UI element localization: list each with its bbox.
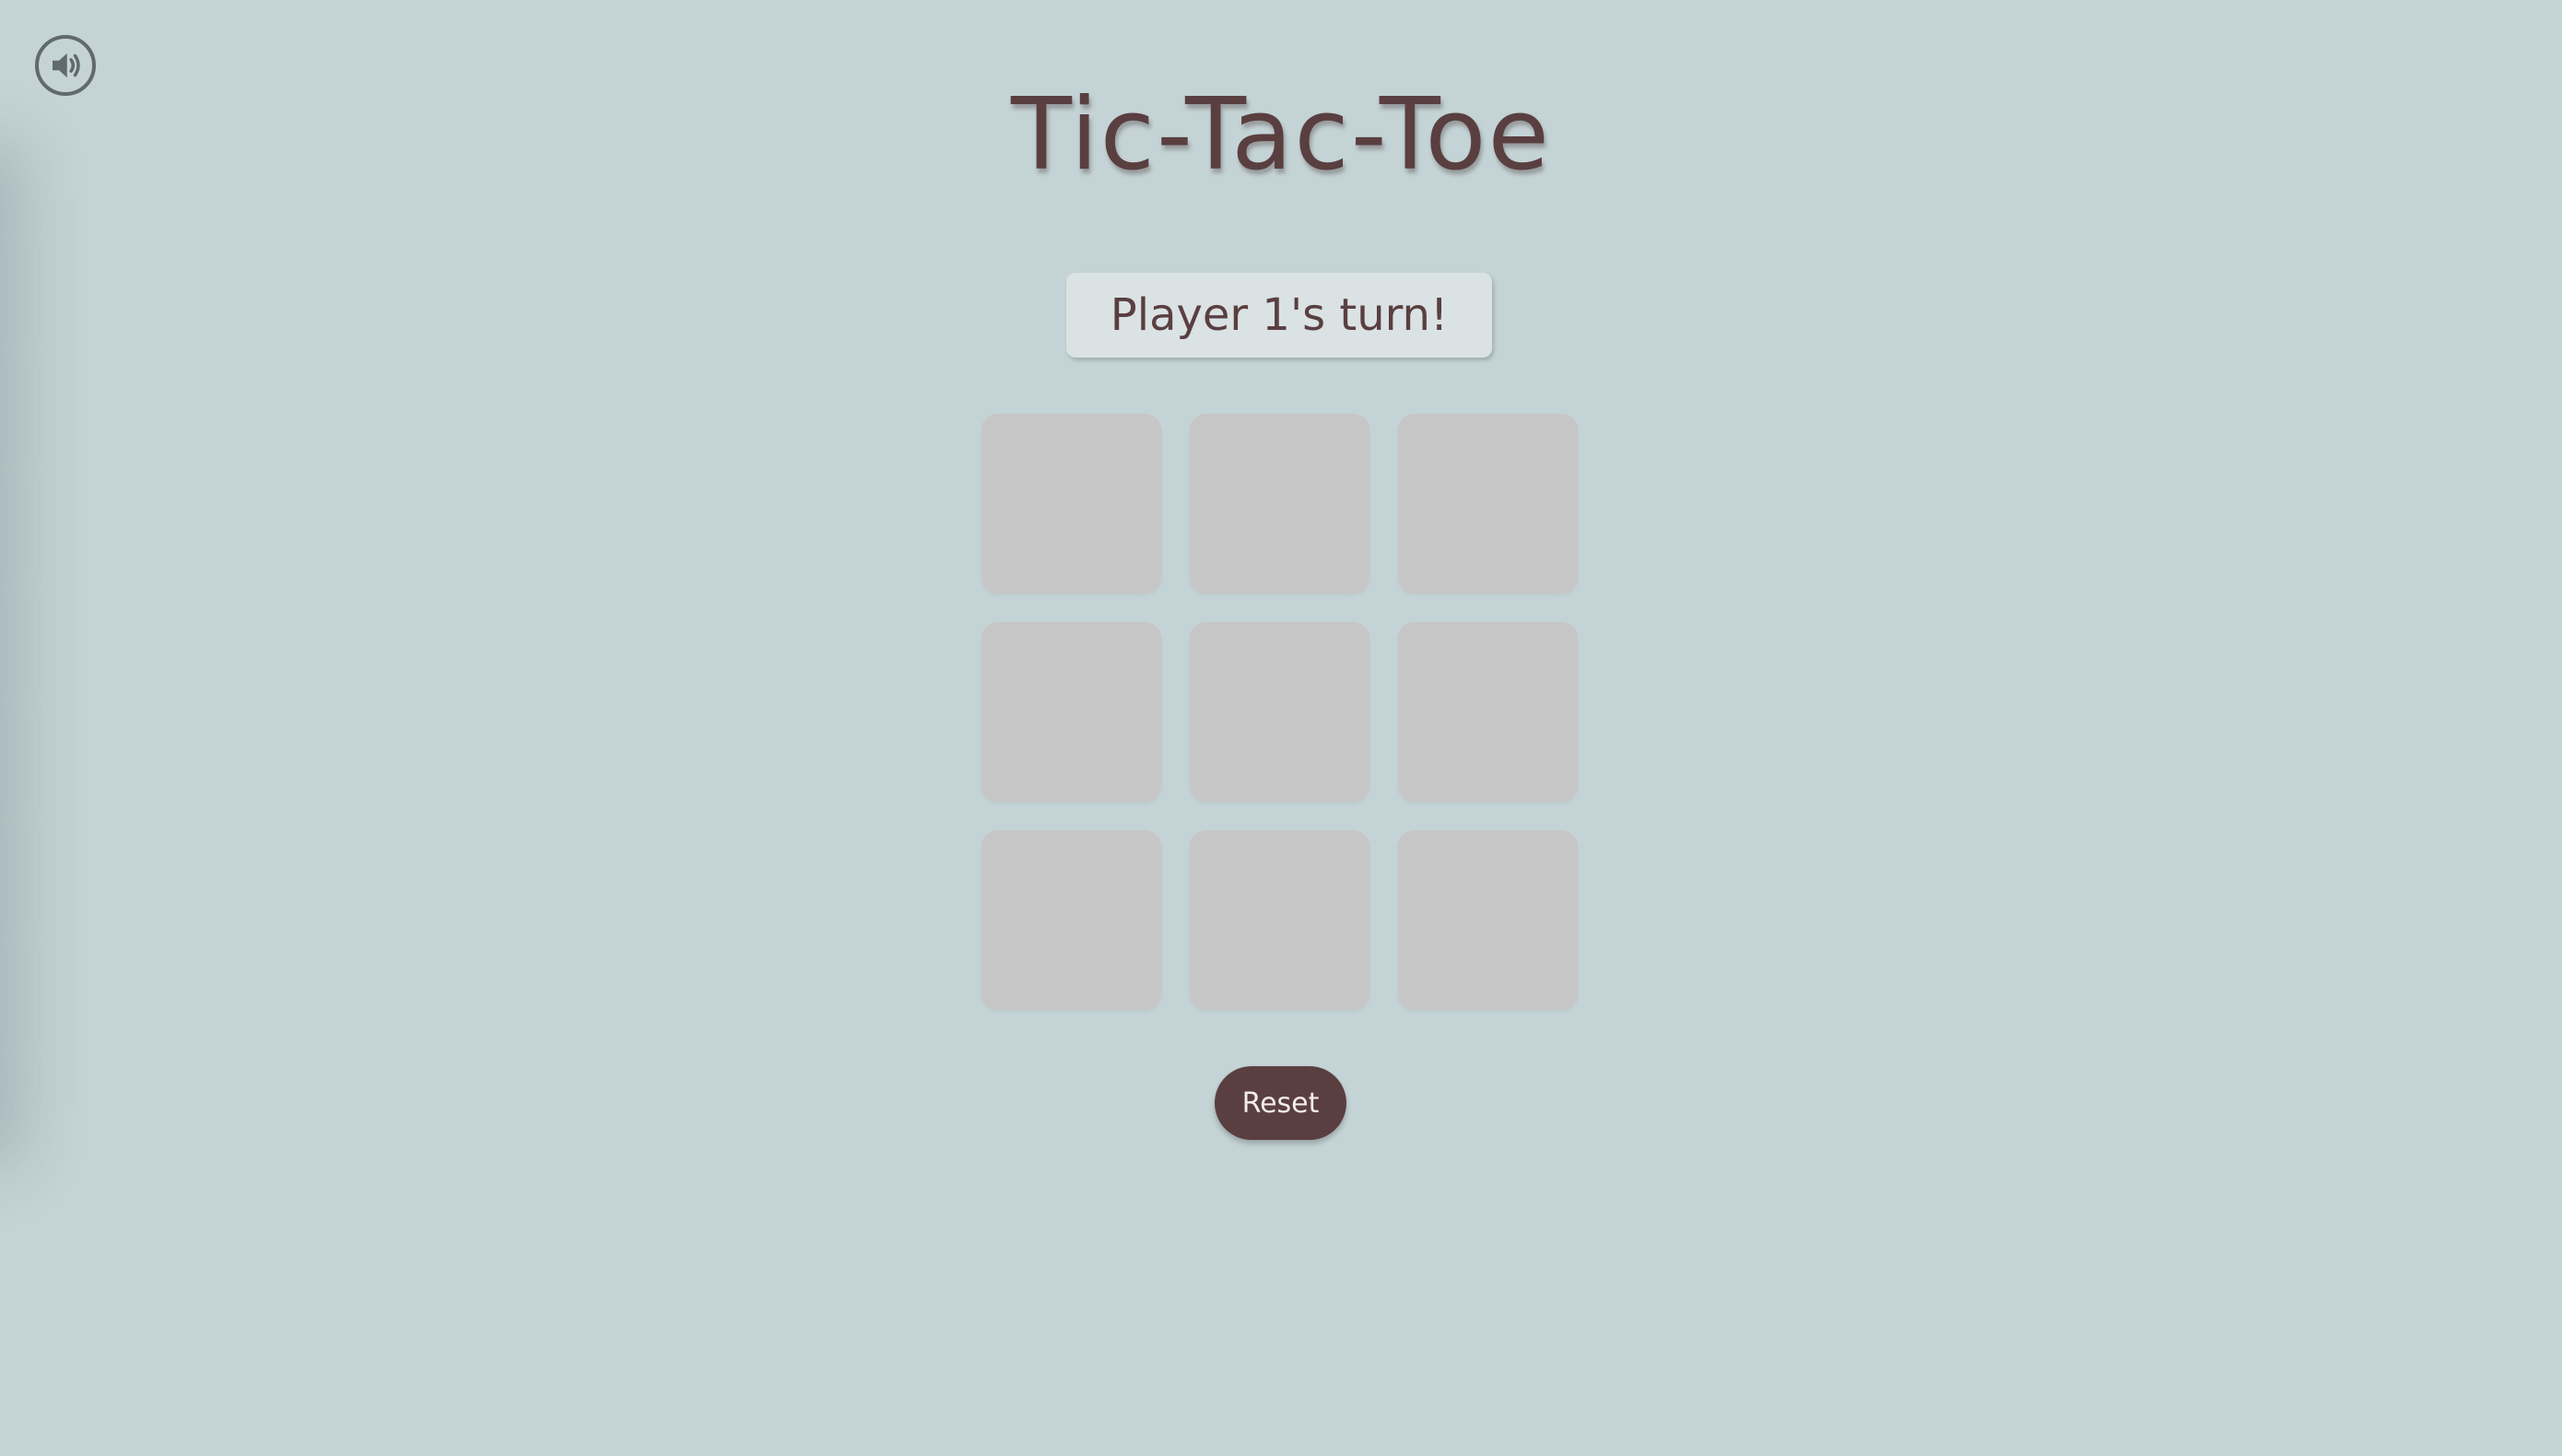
board-cell-5[interactable]: [1190, 622, 1369, 802]
board-cell-7[interactable]: [981, 830, 1161, 1010]
board-cell-6[interactable]: [1398, 622, 1578, 802]
board-cell-4[interactable]: [981, 622, 1161, 802]
board-cell-3[interactable]: [1398, 414, 1578, 593]
board-cell-8[interactable]: [1190, 830, 1369, 1010]
board-cell-2[interactable]: [1190, 414, 1369, 593]
page-title: Tic-Tac-Toe: [1011, 77, 1551, 193]
reset-button[interactable]: Reset: [1215, 1066, 1346, 1140]
turn-status: Player 1's turn!: [1066, 273, 1492, 358]
board-cell-1[interactable]: [981, 414, 1161, 593]
game-board: [981, 414, 1579, 1011]
board-cell-9[interactable]: [1398, 830, 1578, 1010]
